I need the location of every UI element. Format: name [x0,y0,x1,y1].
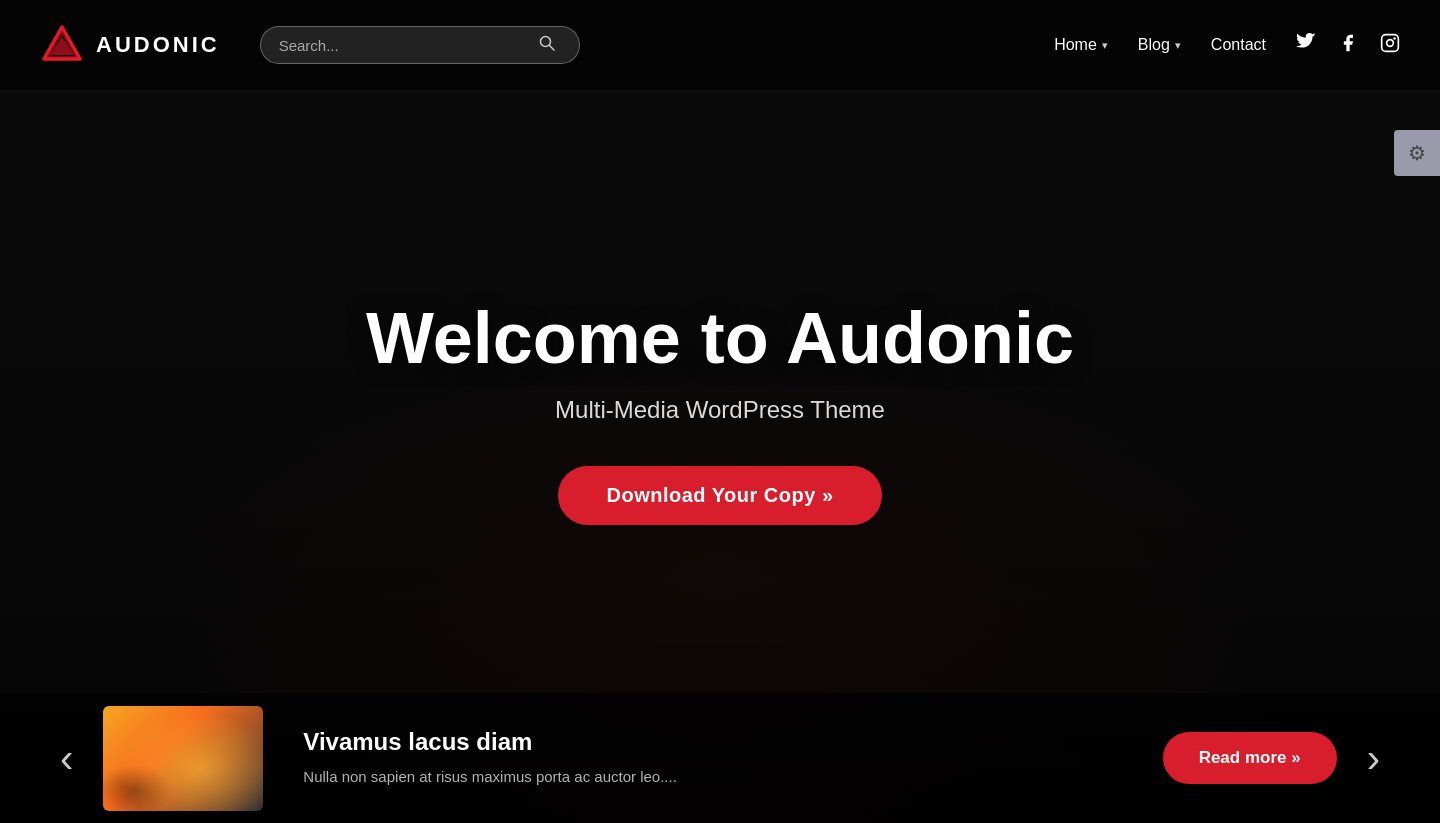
bottom-strip: ‹ Vivamus lacus diam Nulla non sapien at… [0,693,1440,823]
read-more-button[interactable]: Read more » [1163,732,1337,784]
hero-title: Welcome to Audonic [320,298,1120,377]
post-excerpt: Nulla non sapien at risus maximus porta … [303,766,1122,789]
hero-section: AUDONIC Home ▾ [0,0,1440,823]
svg-point-7 [1393,37,1396,40]
svg-line-4 [549,46,554,51]
search-bar [260,26,580,64]
search-button[interactable] [539,35,555,55]
hero-content: Welcome to Audonic Multi-Media WordPress… [320,298,1120,524]
social-icons [1296,33,1400,58]
settings-button[interactable]: ⚙ [1394,130,1440,176]
post-title: Vivamus lacus diam [303,728,1122,756]
twitter-link[interactable] [1296,33,1316,58]
download-cta-button[interactable]: Download Your Copy » [558,466,881,525]
nav-link-home[interactable]: Home ▾ [1054,36,1108,54]
chevron-down-icon: ▾ [1102,39,1108,52]
facebook-link[interactable] [1338,33,1358,58]
gear-icon: ⚙ [1408,141,1426,165]
nav-link-contact[interactable]: Contact [1211,36,1266,54]
instagram-link[interactable] [1380,33,1400,58]
twitter-icon [1296,33,1316,53]
chevron-down-icon: ▾ [1175,39,1181,52]
post-info: Vivamus lacus diam Nulla non sapien at r… [293,728,1132,789]
site-header: AUDONIC Home ▾ [0,0,1440,90]
prev-arrow-button[interactable]: ‹ [60,736,73,781]
post-thumbnail [103,706,263,811]
nav-item-blog[interactable]: Blog ▾ [1138,36,1181,54]
nav-item-contact[interactable]: Contact [1211,36,1266,54]
logo[interactable]: AUDONIC [40,23,220,67]
search-input[interactable] [279,37,539,54]
hero-subtitle: Multi-Media WordPress Theme [320,396,1120,424]
search-icon [539,35,555,51]
next-arrow-button[interactable]: › [1367,736,1380,781]
svg-point-6 [1387,39,1394,46]
logo-text: AUDONIC [96,32,220,58]
instagram-icon [1380,33,1400,53]
nav-link-blog[interactable]: Blog ▾ [1138,36,1181,54]
facebook-icon [1338,33,1358,53]
svg-rect-5 [1382,34,1399,51]
logo-icon [40,23,84,67]
main-nav: Home ▾ Blog ▾ Contact [1054,36,1266,54]
nav-item-home[interactable]: Home ▾ [1054,36,1108,54]
